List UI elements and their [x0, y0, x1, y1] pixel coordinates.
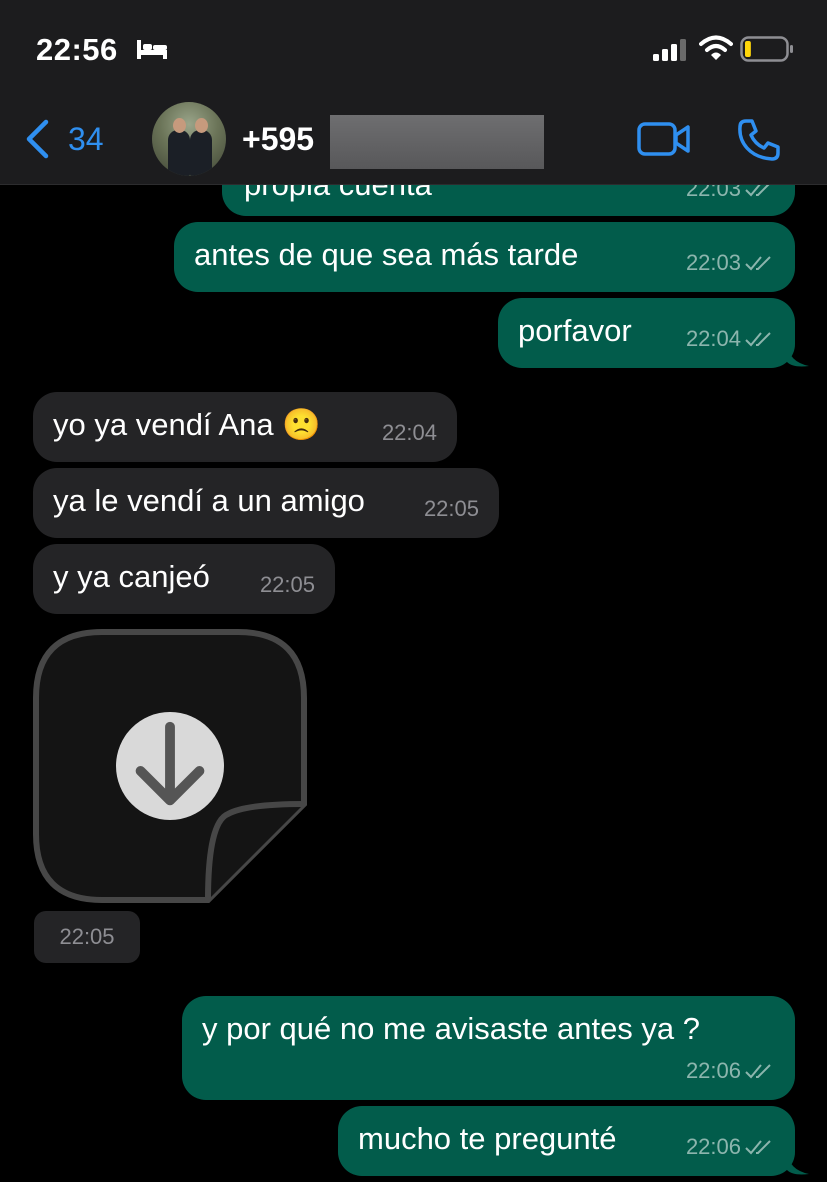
message-outgoing[interactable]: mucho te pregunté 22:06: [338, 1106, 809, 1176]
message-text: ya le vendí a un amigo: [53, 483, 365, 518]
avatar-person-head: [173, 118, 186, 133]
battery-icon: [740, 36, 793, 62]
message-text: mucho te pregunté: [358, 1121, 617, 1156]
sticker-time: 22:05: [34, 911, 140, 963]
bubble-tail: [787, 344, 809, 367]
message-time: 22:05: [423, 496, 479, 521]
avatar-person: [168, 130, 190, 176]
chat-screen: propia cuenta 22:03 antes de que sea más…: [0, 0, 827, 1182]
message-time: 22:06: [685, 1058, 741, 1083]
message-time: 22:03: [685, 250, 741, 275]
message-meta: 22:05: [424, 490, 479, 528]
download-button[interactable]: [116, 712, 224, 820]
double-check-icon: [745, 332, 771, 347]
message-text: antes de que sea más tarde: [194, 237, 579, 272]
video-call-icon[interactable]: [636, 119, 692, 159]
message-text: porfavor: [518, 313, 632, 348]
message-meta: 22:06: [686, 1052, 775, 1090]
message-meta: 22:06: [686, 1128, 775, 1166]
double-check-icon: [745, 256, 771, 271]
message-text: y por qué no me avisaste antes ya ?: [202, 1011, 701, 1046]
message-text: yo ya vendí Ana 🙁: [53, 407, 321, 442]
nav-bar: 34 +595: [0, 95, 827, 185]
phone-call-icon[interactable]: [736, 117, 782, 163]
double-check-icon: [745, 1140, 771, 1155]
message-incoming[interactable]: yo ya vendí Ana 🙁 22:04: [33, 392, 457, 462]
message-incoming[interactable]: y ya canjeó 22:05: [33, 544, 335, 614]
message-time: 22:06: [685, 1134, 741, 1159]
double-check-icon: [745, 1064, 771, 1079]
contact-avatar[interactable]: [152, 102, 226, 176]
message-meta: 22:04: [686, 320, 775, 358]
chevron-left-icon: [26, 119, 49, 159]
unread-count: 34: [68, 120, 104, 157]
message-outgoing[interactable]: y por qué no me avisaste antes ya ? 22:0…: [182, 996, 795, 1100]
signal-icon: [653, 39, 686, 61]
message-time: 22:04: [381, 420, 437, 445]
status-bar: 22:56: [0, 0, 827, 90]
avatar-person-head: [195, 118, 208, 133]
message-outgoing[interactable]: antes de que sea más tarde 22:03: [174, 222, 795, 292]
status-time: 22:56: [36, 32, 118, 67]
message-meta: 22:04: [382, 414, 437, 452]
chat-header: 22:56 34 +595: [0, 0, 827, 185]
message-meta: 22:05: [260, 566, 315, 604]
download-icon: [135, 721, 205, 806]
redacted-block: [330, 115, 544, 169]
message-time: 22:04: [685, 326, 741, 351]
message-meta: 22:03: [686, 244, 775, 282]
message-time: 22:05: [259, 572, 315, 597]
bed-icon: [137, 40, 167, 59]
message-outgoing[interactable]: porfavor 22:04: [498, 298, 809, 368]
bubble-tail: [787, 1152, 809, 1175]
avatar-person: [190, 130, 212, 176]
sticker-message[interactable]: [32, 628, 308, 904]
message-text: y ya canjeó: [53, 559, 210, 594]
message-incoming[interactable]: ya le vendí a un amigo 22:05: [33, 468, 499, 538]
wifi-icon: [699, 35, 733, 60]
contact-name[interactable]: +595: [242, 121, 314, 158]
back-button[interactable]: 34: [24, 117, 104, 161]
